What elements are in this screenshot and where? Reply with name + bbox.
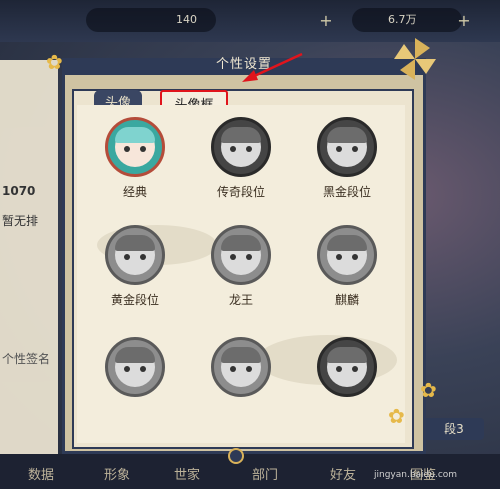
- avatar-eyes: [334, 366, 360, 372]
- avatar-eyes: [122, 146, 148, 152]
- butterfly-icon: ✿: [46, 50, 63, 74]
- rank-badge: 段3: [424, 418, 484, 440]
- nav-data[interactable]: 数据: [28, 464, 54, 483]
- avatar-eyes: [122, 254, 148, 260]
- nav-department[interactable]: 部门: [252, 464, 278, 483]
- avatar-eyes: [228, 254, 254, 260]
- avatar-eyes: [334, 146, 360, 152]
- frame-item[interactable]: [91, 333, 179, 433]
- frame-label: 黄金段位: [110, 293, 159, 307]
- nav-image[interactable]: 形象: [104, 464, 130, 483]
- frame-item[interactable]: [197, 333, 285, 433]
- avatar-hair: [221, 127, 261, 143]
- frame-label: 经典: [122, 185, 147, 199]
- avatar-eyes: [122, 366, 148, 372]
- scroll-indicator: [228, 448, 244, 464]
- top-resource-bar: 140 + 6.7万 +: [0, 0, 500, 42]
- resource-counter-2: 6.7万: [352, 8, 462, 32]
- frame-label: 麒麟: [334, 293, 359, 307]
- resource-2-value: 6.7万: [388, 13, 417, 26]
- frame-item[interactable]: 龙王: [197, 221, 285, 321]
- frame-item[interactable]: [303, 333, 391, 433]
- frame-item[interactable]: 经典: [91, 113, 179, 213]
- background-profile-panel: 1070 暂无排 个性签名: [0, 60, 58, 460]
- avatar-hair: [327, 127, 367, 143]
- avatar-eyes: [228, 366, 254, 372]
- avatar-hair: [221, 235, 261, 251]
- resource-1-value: 140: [176, 13, 197, 26]
- signature-label: 个性签名: [2, 352, 51, 366]
- butterfly-icon: ✿: [388, 404, 405, 428]
- avatar-hair: [115, 127, 155, 143]
- nav-family[interactable]: 世家: [174, 464, 200, 483]
- add-resource-2-icon[interactable]: +: [456, 13, 472, 29]
- frame-item[interactable]: 黄金段位: [91, 221, 179, 321]
- frame-label: 龙王: [228, 293, 253, 307]
- watermark: jingyan.baidu.com: [374, 470, 458, 480]
- add-resource-1-icon[interactable]: +: [318, 13, 334, 29]
- frame-label: 传奇段位: [216, 185, 265, 199]
- frame-item[interactable]: 传奇段位: [197, 113, 285, 213]
- avatar-hair: [115, 235, 155, 251]
- frame-grid: 经典 传奇段位 黑金段位 黄金段位 龙王 麒麟: [77, 105, 405, 443]
- frame-label: 黑金段位: [322, 185, 371, 199]
- avatar-hair: [115, 347, 155, 363]
- avatar-hair: [327, 235, 367, 251]
- pinwheel-icon: [394, 38, 436, 80]
- resource-counter-1: 140: [86, 8, 216, 32]
- personalization-dialog: 个性设置 头像 头像框 经典 传奇段位 黑金段位: [62, 57, 426, 454]
- avatar-hair: [221, 347, 261, 363]
- avatar-eyes: [228, 146, 254, 152]
- nav-friends[interactable]: 好友: [330, 464, 356, 483]
- frame-item[interactable]: 麒麟: [303, 221, 391, 321]
- profile-number: 1070: [2, 184, 36, 198]
- avatar-eyes: [334, 254, 360, 260]
- annotation-arrow-icon: [242, 52, 303, 82]
- profile-text: 暂无排: [2, 214, 39, 228]
- avatar-hair: [327, 347, 367, 363]
- butterfly-icon: ✿: [420, 378, 437, 402]
- frame-item[interactable]: 黑金段位: [303, 113, 391, 213]
